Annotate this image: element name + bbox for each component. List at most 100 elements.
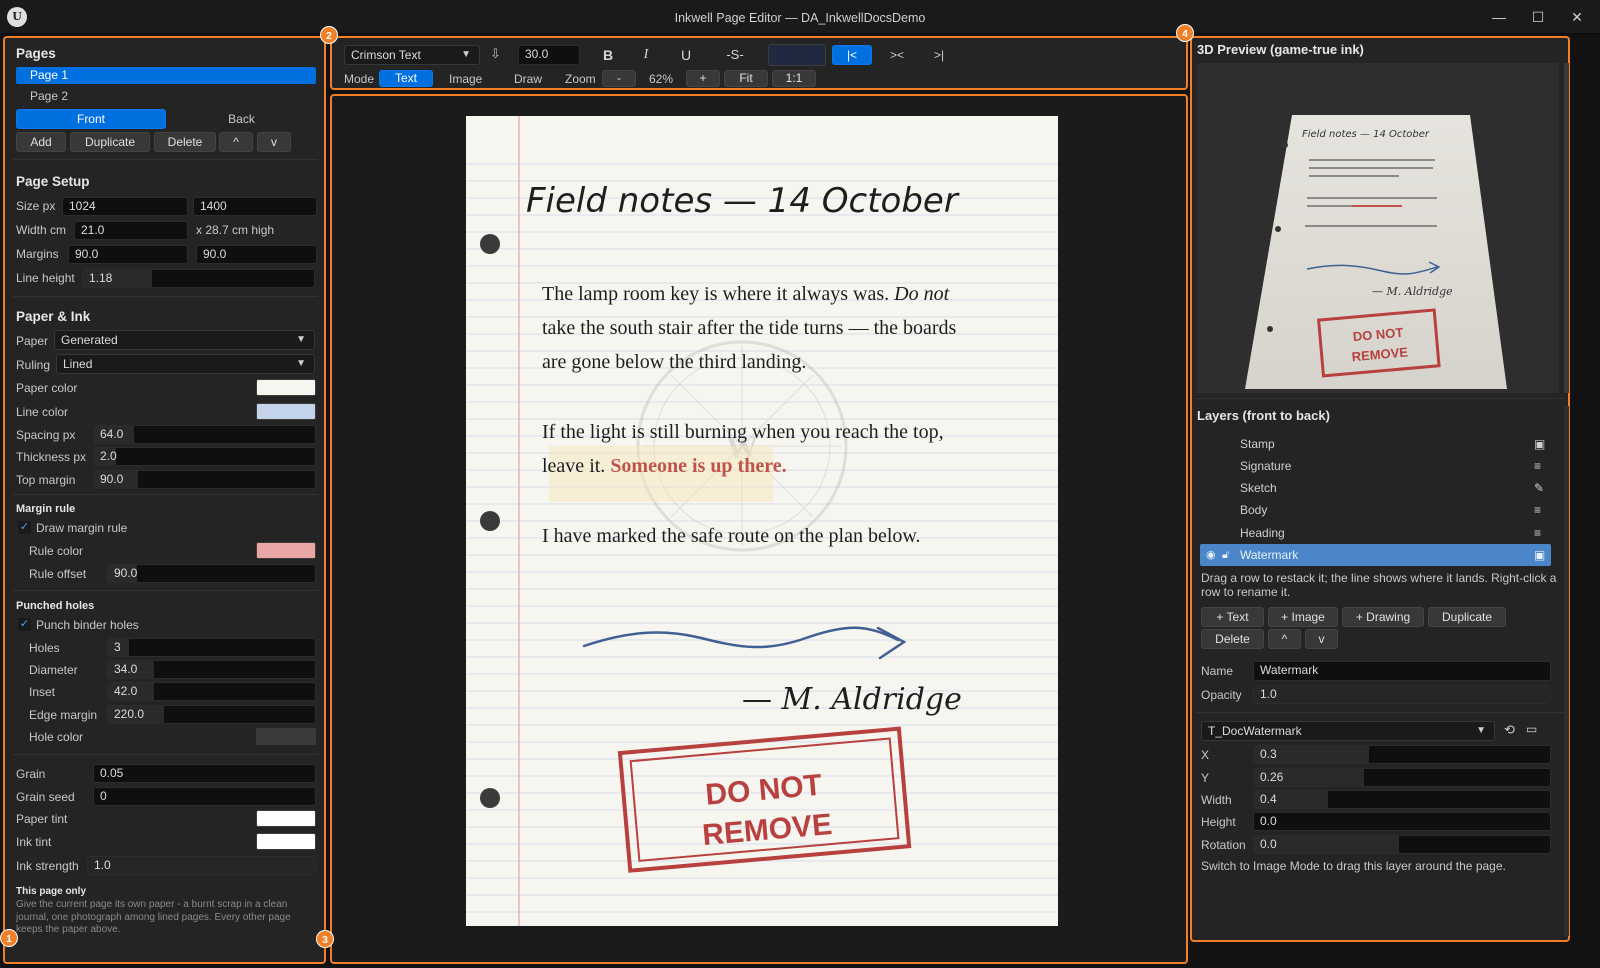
layer-name: Watermark — [1240, 548, 1299, 562]
size-height-input[interactable]: 1400 — [193, 197, 317, 216]
margin-rule-title: Margin rule — [16, 503, 76, 515]
page-only-description: Give the current page its own paper - a … — [16, 899, 291, 935]
body-paragraph-3[interactable]: I have marked the safe route on the plan… — [542, 525, 921, 547]
height-slider[interactable]: 0.0 — [1253, 812, 1551, 831]
align-right-button[interactable]: >| — [922, 45, 956, 65]
maximize-button[interactable]: ☐ — [1522, 4, 1554, 30]
page-heading[interactable]: Field notes — 14 October — [526, 181, 960, 221]
signature[interactable]: — M. Aldridge — [742, 682, 962, 717]
page-canvas[interactable]: W Field notes — 14 October The lamp room… — [466, 116, 1058, 926]
rule-color-swatch[interactable] — [256, 542, 316, 559]
page-list-item-1[interactable]: Page 1 — [16, 67, 316, 84]
preview-scrollbar[interactable] — [1564, 63, 1569, 393]
diameter-slider[interactable]: 34.0 — [107, 660, 316, 679]
chevron-down-icon: ▼ — [296, 334, 306, 345]
hole-color-swatch[interactable] — [256, 728, 316, 745]
layer-row-heading[interactable]: Heading ≡ — [1200, 522, 1551, 544]
size-width-input[interactable]: 1024 — [62, 197, 188, 216]
top-margin-slider[interactable]: 90.0 — [93, 470, 316, 489]
paper-dropdown[interactable]: Generated ▼ — [54, 330, 315, 350]
mode-text-tab[interactable]: Text — [379, 70, 433, 87]
paper-color-swatch[interactable] — [256, 379, 316, 396]
rotation-slider[interactable]: 0.0 — [1253, 835, 1551, 854]
x-slider[interactable]: 0.3 — [1253, 745, 1551, 764]
y-slider[interactable]: 0.26 — [1253, 768, 1551, 787]
binder-hole-1 — [480, 234, 500, 254]
paper-tint-swatch[interactable] — [256, 810, 316, 827]
layer-name-label: Name — [1201, 664, 1234, 678]
page-canvas-panel: W Field notes — 14 October The lamp room… — [330, 94, 1188, 964]
ink-tint-swatch[interactable] — [256, 833, 316, 850]
move-page-down-button[interactable]: v — [257, 132, 291, 152]
holes-slider[interactable]: 3 — [107, 638, 316, 657]
edge-margin-slider[interactable]: 220.0 — [107, 705, 316, 724]
text-color-swatch[interactable] — [768, 44, 826, 66]
back-side-button[interactable]: Back — [167, 109, 316, 129]
preview-signature: — M. Aldridge — [1372, 285, 1453, 298]
binder-hole-2 — [480, 511, 500, 531]
visibility-eye-icon[interactable]: ◉ — [1206, 544, 1216, 566]
grain-seed-input[interactable]: 0 — [93, 787, 316, 806]
layer-row-body[interactable]: Body ≡ — [1200, 499, 1551, 521]
delete-layer-button[interactable]: Delete — [1201, 629, 1264, 649]
front-side-button[interactable]: Front — [16, 109, 166, 129]
line-height-slider[interactable]: 1.18 — [82, 269, 315, 288]
add-text-layer-button[interactable]: + Text — [1201, 607, 1264, 627]
folder-icon[interactable]: ▭ — [1526, 722, 1544, 740]
add-drawing-layer-button[interactable]: + Drawing — [1342, 607, 1424, 627]
opacity-slider[interactable]: 1.0 — [1253, 685, 1551, 704]
close-button[interactable]: ✕ — [1561, 4, 1593, 30]
add-image-layer-button[interactable]: + Image — [1268, 607, 1338, 627]
rule-offset-slider[interactable]: 90.0 — [107, 564, 316, 583]
move-layer-down-button[interactable]: v — [1305, 629, 1338, 649]
layer-row-signature[interactable]: Signature ≡ — [1200, 455, 1551, 477]
add-page-button[interactable]: Add — [16, 132, 66, 152]
spacing-slider[interactable]: 64.0 — [93, 425, 316, 444]
font-size-input[interactable]: 30.0 — [518, 45, 580, 65]
delete-page-button[interactable]: Delete — [154, 132, 216, 152]
width-slider[interactable]: 0.4 — [1253, 790, 1551, 809]
margin-right-input[interactable]: 90.0 — [196, 245, 317, 264]
zoom-in-button[interactable]: + — [686, 70, 720, 87]
layer-row-watermark[interactable]: ◉ 🔓︎ Watermark ▣ — [1200, 544, 1551, 566]
punch-holes-checkbox[interactable]: ✓ — [18, 618, 31, 631]
duplicate-layer-button[interactable]: Duplicate — [1428, 607, 1506, 627]
ink-strength-slider[interactable]: 1.0 — [87, 856, 316, 875]
lock-icon[interactable]: 🔓︎ — [1222, 544, 1229, 566]
width-cm-input[interactable]: 21.0 — [74, 221, 188, 240]
layers-scrollbar[interactable] — [1564, 406, 1569, 936]
y-label: Y — [1201, 771, 1210, 785]
align-center-button[interactable]: >< — [880, 45, 914, 65]
zoom-out-button[interactable]: - — [602, 70, 636, 87]
move-layer-up-button[interactable]: ^ — [1268, 629, 1301, 649]
zoom-fit-button[interactable]: Fit — [724, 70, 768, 87]
italic-button[interactable]: I — [632, 45, 660, 65]
ruling-dropdown[interactable]: Lined ▼ — [56, 354, 315, 374]
x-label: X — [1201, 748, 1210, 762]
mode-image-tab[interactable]: Image — [449, 72, 482, 86]
font-dropdown[interactable]: Crimson Text ▼ — [344, 45, 480, 65]
bold-button[interactable]: B — [594, 45, 622, 65]
layer-row-stamp[interactable]: Stamp ▣ — [1200, 433, 1551, 455]
minimize-button[interactable]: — — [1483, 4, 1515, 30]
inset-slider[interactable]: 42.0 — [107, 682, 316, 701]
line-color-swatch[interactable] — [256, 403, 316, 420]
strikethrough-button[interactable]: -S- — [717, 45, 753, 65]
layer-name-input[interactable]: Watermark — [1253, 661, 1551, 681]
move-page-up-button[interactable]: ^ — [219, 132, 253, 152]
3d-preview-viewport[interactable]: Field notes — 14 October — M. Aldridge D… — [1197, 63, 1559, 393]
align-left-button[interactable]: |< — [832, 45, 872, 65]
zoom-actual-button[interactable]: 1:1 — [772, 70, 816, 87]
texture-dropdown[interactable]: T_DocWatermark ▼ — [1201, 721, 1495, 741]
grain-input[interactable]: 0.05 — [93, 764, 316, 783]
draw-margin-rule-checkbox[interactable]: ✓ — [18, 521, 31, 534]
browse-asset-icon[interactable]: ⟲ — [1504, 722, 1520, 740]
mode-draw-tab[interactable]: Draw — [514, 72, 542, 86]
layer-row-sketch[interactable]: Sketch ✎ — [1200, 477, 1551, 499]
page-list-item-2[interactable]: Page 2 — [30, 88, 68, 105]
underline-button[interactable]: U — [672, 45, 700, 65]
duplicate-page-button[interactable]: Duplicate — [70, 132, 150, 152]
import-font-icon[interactable]: ⇩ — [490, 46, 506, 64]
margin-left-input[interactable]: 90.0 — [68, 245, 188, 264]
thickness-slider[interactable]: 2.0 — [93, 447, 316, 466]
